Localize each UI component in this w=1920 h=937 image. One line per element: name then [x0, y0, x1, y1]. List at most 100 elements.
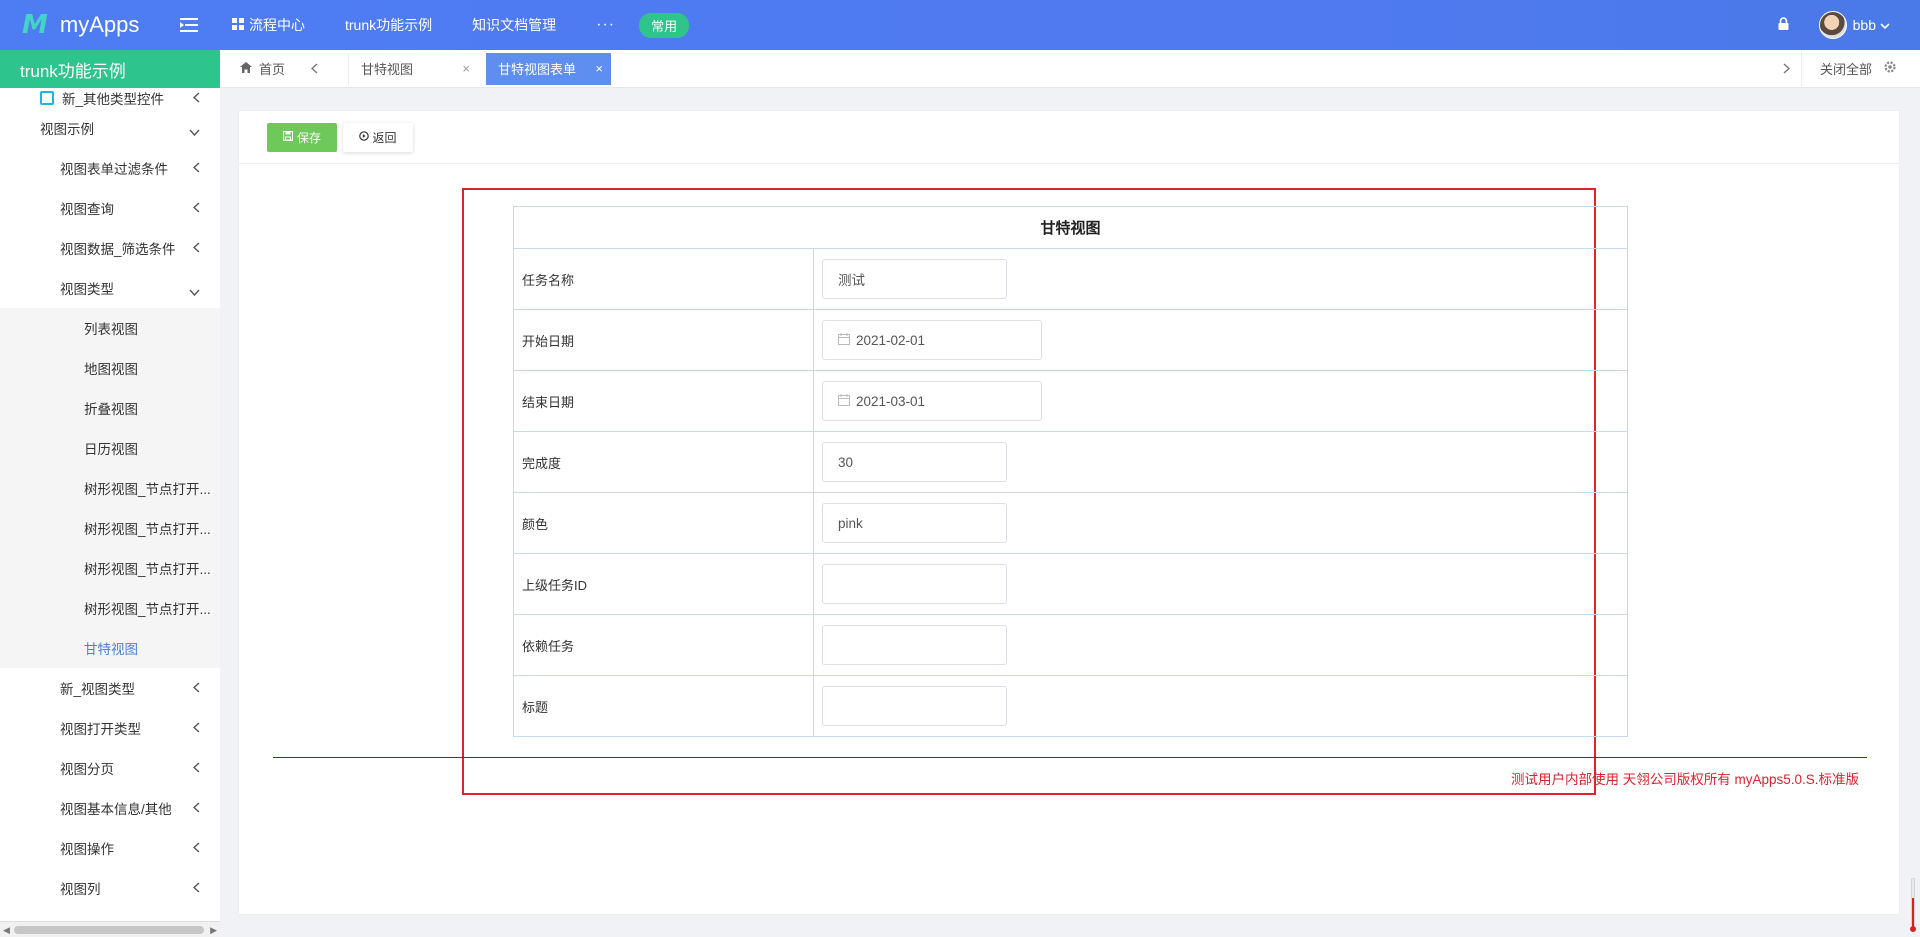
progress-input[interactable]: 30	[822, 442, 1007, 482]
menu-toggle-icon[interactable]	[174, 18, 204, 32]
field-label: 标题	[513, 675, 814, 737]
sidebar-item-label: 树形视图_节点打开...	[84, 602, 211, 617]
sidebar-item-label: 视图类型	[60, 282, 114, 297]
sidebar-item-label: 折叠视图	[84, 402, 138, 417]
tab-label: 甘特视图表单	[498, 62, 577, 77]
field-value: 2021-03-01	[856, 393, 926, 409]
sidebar-item-label: 日历视图	[84, 442, 138, 457]
tab-gantt-view-form[interactable]: 甘特视图表单 ×	[486, 52, 611, 85]
tabs-prev-button[interactable]	[300, 63, 328, 74]
tabs-next-button[interactable]	[1772, 49, 1802, 88]
chevron-left-icon	[192, 881, 200, 896]
divider	[273, 757, 1867, 758]
field-label: 任务名称	[513, 248, 814, 310]
chevron-down-icon	[189, 284, 200, 299]
sidebar-item-other-controls[interactable]: 新_其他类型控件	[0, 88, 220, 108]
save-button[interactable]: 保存	[267, 122, 337, 152]
tabs-bar: 首页 甘特视图 × 甘特视图表单 × 关闭全部	[220, 49, 1920, 88]
form-row: 上级任务ID	[513, 553, 1628, 615]
sidebar-item-map-view[interactable]: 地图视图	[0, 348, 220, 388]
back-button[interactable]: 返回	[343, 122, 413, 152]
end-date-picker[interactable]: 2021-03-01	[822, 381, 1042, 421]
close-icon[interactable]: ×	[595, 61, 603, 76]
nav-process-center[interactable]: 流程中心	[232, 15, 305, 35]
sidebar-header: trunk功能示例	[0, 50, 220, 88]
sidebar-item-label: 视图基本信息/其他	[60, 802, 172, 817]
sidebar-item-label: 列表视图	[84, 322, 138, 337]
sidebar-item-basic-info[interactable]: 视图基本信息/其他	[0, 788, 220, 828]
sidebar-item-tree-view-4[interactable]: 树形视图_节点打开...	[0, 588, 220, 628]
field-label: 颜色	[513, 492, 814, 554]
sidebar-item-label: 树形视图_节点打开...	[84, 522, 211, 537]
form-row: 结束日期 2021-03-01	[513, 370, 1628, 432]
chevron-left-icon	[192, 161, 200, 176]
sidebar-item-pagination[interactable]: 视图分页	[0, 748, 220, 788]
username[interactable]: bbb	[1853, 17, 1876, 33]
field-label: 上级任务ID	[513, 553, 814, 615]
sidebar-item-tree-view-2[interactable]: 树形视图_节点打开...	[0, 508, 220, 548]
sidebar-item-open-types[interactable]: 视图打开类型	[0, 708, 220, 748]
sidebar-item-tree-view-3[interactable]: 树形视图_节点打开...	[0, 548, 220, 588]
start-date-picker[interactable]: 2021-02-01	[822, 320, 1042, 360]
field-value: 2021-02-01	[856, 332, 926, 348]
chevron-down-icon[interactable]	[1880, 17, 1890, 33]
gear-icon[interactable]	[1884, 61, 1896, 76]
grid-icon	[232, 17, 244, 33]
sidebar-item-columns[interactable]: 视图列	[0, 868, 220, 908]
close-icon[interactable]: ×	[462, 61, 470, 76]
form-row: 任务名称 测试	[513, 248, 1628, 310]
sidebar-item-fold-view[interactable]: 折叠视图	[0, 388, 220, 428]
close-all-button[interactable]: 关闭全部	[1802, 59, 1920, 78]
top-bar: M myApps 流程中心 trunk功能示例 知识文档管理 ··· 常用 bb…	[0, 0, 1920, 50]
sidebar-item-new-view-types[interactable]: 新_视图类型	[0, 668, 220, 708]
sidebar-scrollbar[interactable]: ◀ ▶	[0, 921, 220, 937]
nav-trunk-demo[interactable]: trunk功能示例	[345, 15, 432, 35]
thermometer-icon	[1910, 877, 1916, 933]
form-toolbar: 保存 返回	[239, 111, 1899, 164]
title-input[interactable]	[822, 686, 1007, 726]
scrollbar-thumb[interactable]	[14, 926, 204, 934]
app-logo[interactable]: M myApps	[0, 10, 170, 40]
tab-label: 首页	[259, 62, 286, 77]
field-label: 结束日期	[513, 370, 814, 432]
more-menu[interactable]: ···	[596, 16, 615, 34]
app-name: myApps	[59, 12, 140, 37]
avatar[interactable]	[1818, 11, 1847, 39]
color-input[interactable]: pink	[822, 503, 1007, 543]
chevron-left-icon	[192, 801, 200, 816]
dependency-input[interactable]	[822, 625, 1007, 665]
sidebar-item-data-filter[interactable]: 视图数据_筛选条件	[0, 228, 220, 268]
field-value: 测试	[838, 273, 865, 288]
nav-knowledge-docs[interactable]: 知识文档管理	[472, 15, 556, 35]
content-panel: 保存 返回 甘特视图 任务名称 测试 开始日期 2021-02-01 结束日期	[238, 110, 1900, 915]
sidebar-item-view-types[interactable]: 视图类型	[0, 268, 220, 308]
sidebar-item-tree-view-1[interactable]: 树形视图_节点打开...	[0, 468, 220, 508]
sidebar-item-calendar-view[interactable]: 日历视图	[0, 428, 220, 468]
sidebar-item-list-view[interactable]: 列表视图	[0, 308, 220, 348]
sidebar-item-view-examples[interactable]: 视图示例	[0, 108, 220, 148]
parent-task-id-input[interactable]	[822, 564, 1007, 604]
chevron-left-icon	[192, 241, 200, 256]
sidebar-item-query[interactable]: 视图查询	[0, 188, 220, 228]
chevron-left-icon	[192, 201, 200, 216]
tab-gantt-view[interactable]: 甘特视图 ×	[348, 52, 478, 85]
copyright-text: 测试用户内部使用 天翎公司版权所有 myApps5.0.S.标准版	[1510, 772, 1859, 787]
logo-mark: M	[22, 10, 48, 40]
scroll-left-icon[interactable]: ◀	[3, 925, 10, 936]
form-table: 甘特视图 任务名称 测试 开始日期 2021-02-01 结束日期 2021-0…	[513, 206, 1628, 737]
sidebar-item-operations[interactable]: 视图操作	[0, 828, 220, 868]
sidebar-item-gantt-view[interactable]: 甘特视图	[0, 628, 220, 668]
save-icon	[282, 130, 294, 144]
sidebar-item-label: 视图示例	[40, 122, 94, 137]
lock-icon[interactable]	[1778, 17, 1789, 33]
common-badge[interactable]: 常用	[639, 12, 690, 38]
calendar-icon	[838, 332, 850, 348]
field-value: 30	[838, 454, 854, 470]
scroll-right-icon[interactable]: ▶	[210, 925, 217, 936]
tab-home[interactable]: 首页	[220, 59, 300, 78]
task-name-input[interactable]: 测试	[822, 259, 1007, 299]
sidebar-item-filter[interactable]: 视图表单过滤条件	[0, 148, 220, 188]
sidebar: trunk功能示例 新_其他类型控件 视图示例 视图表单过滤条件 视图查询 视图…	[0, 50, 220, 937]
back-icon	[359, 130, 370, 144]
sidebar-item-label: 视图列	[60, 882, 101, 897]
